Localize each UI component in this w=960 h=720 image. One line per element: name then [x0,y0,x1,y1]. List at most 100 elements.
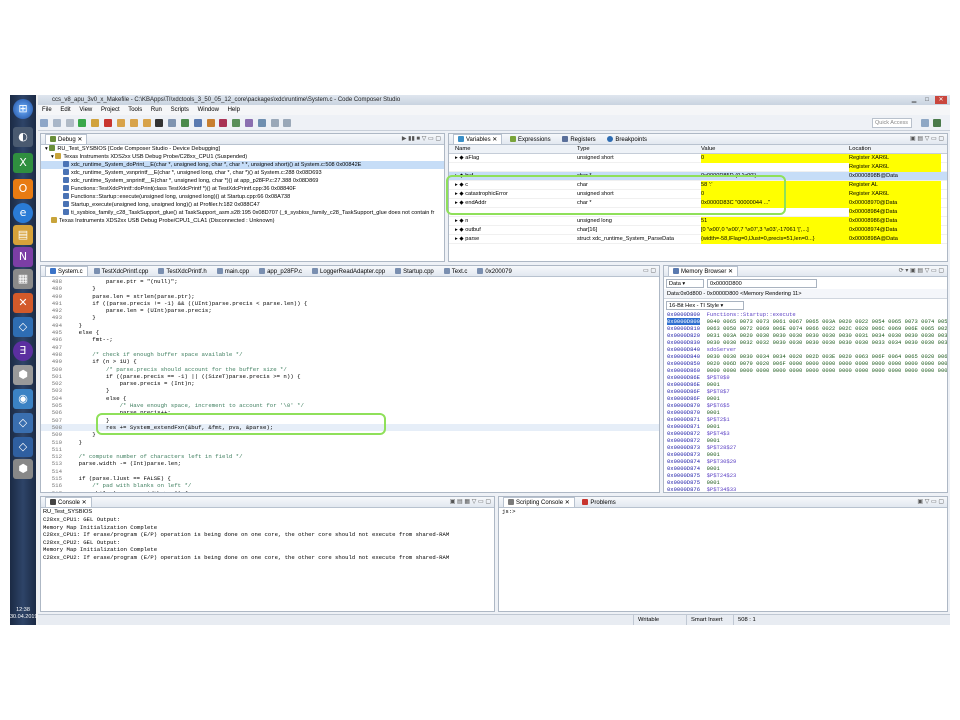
variable-row[interactable]: ▸ ◆ aFlag unsigned short 0 Register XAR6L [449,154,947,163]
search-icon[interactable] [257,119,266,127]
eclipse-taskbar-icon[interactable]: ◐ [13,127,33,147]
variable-value[interactable]: 58 ':' [701,181,849,190]
network-taskbar-icon[interactable]: ◉ [13,389,33,409]
menu-window[interactable]: Window [198,107,219,113]
variable-row[interactable]: ▸ ◆ outbuf char[16] [0 '\x00',0 '\x00',7 '… [449,226,947,235]
cube-taskbar-icon[interactable]: ⬢ [13,459,33,479]
tab-registers[interactable]: Registers [558,135,599,144]
close-icon[interactable]: ✕ [935,96,947,104]
save-icon[interactable] [52,119,61,127]
editor-tab[interactable]: app_p28FP.c [255,267,306,276]
variable-value[interactable]: 51 [701,217,849,226]
variable-value[interactable]: 0 [701,190,849,199]
print-icon[interactable] [65,119,74,127]
menu-edit[interactable]: Edit [60,107,70,113]
tab-expressions[interactable]: Expressions [506,135,555,144]
memory-view-controls[interactable]: ⟳ ▾ ▣ ▤ ▽ ▭ ▢ [899,266,944,276]
maximize-icon[interactable]: □ [921,96,933,104]
editor-tab[interactable]: LoggerReadAdapter.cpp [308,267,389,276]
variable-row[interactable]: 0x00008984@Data [449,208,947,217]
debug-perspective-icon[interactable] [933,119,941,127]
debug-icon[interactable] [180,119,189,127]
run-icon[interactable] [232,119,241,127]
debug-frame-item[interactable]: ti_sysbios_family_c28_TaskSupport_glue()… [41,209,444,217]
start-icon[interactable]: ⊞ [13,99,33,119]
quick-access-input[interactable]: Quick Access [872,118,912,128]
debug-frame-item[interactable]: Functions::Startup::execute(unsigned lon… [41,193,444,201]
code-area[interactable]: 488 parse.ptr = "(null)"; 489 } 490 parse.… [41,277,659,492]
debug-frame-item[interactable]: Functions::TestXdcPrintf::doPrint(class … [41,185,444,193]
debug-frame-item[interactable]: Startup_execute(unsigned long, unsigned … [41,201,444,209]
variable-row[interactable]: Register XAR6L [449,163,947,172]
variable-value[interactable]: 0x0000D85D (0 '\x00') [701,172,849,181]
debug-thread-item[interactable]: Texas Instruments XDS2xx USB Debug Probe… [41,217,444,225]
menu-view[interactable]: View [79,107,92,113]
app-taskbar-icon[interactable]: ▦ [13,269,33,289]
variable-row[interactable]: ▸ ◆ buf char * 0x0000D85D (0 '\x00') 0x0000… [449,172,947,181]
memory-space-select[interactable]: Data ▾ [666,279,704,288]
col-location[interactable]: Location [849,145,941,154]
variable-row[interactable]: ▸ ◆ parse struct xdc_runtime_System_Parse… [449,235,947,244]
step-return-icon[interactable] [142,119,151,127]
title-bar[interactable]: ccs_v8_apu_3v0_x_Makefile - C:\KBApps\TI… [38,95,950,105]
scripting-prompt[interactable]: js:> [499,508,947,516]
memory-rendering-tab[interactable]: Data:0x0d800 - 0x0000D800 <Memory Render… [664,289,947,299]
suspend-icon[interactable] [91,119,100,127]
editor-tab[interactable]: TestXdcPrintf.h [154,267,210,276]
tool-taskbar-icon[interactable]: ⬢ [13,365,33,385]
nav-forward-icon[interactable] [283,119,292,127]
variable-row[interactable]: ▸ ◆ endAddr char * 0x0000D83C "00000044 ..… [449,199,947,208]
memory-icon[interactable] [168,119,177,127]
col-value[interactable]: Value [701,145,849,154]
terminate-icon[interactable] [104,119,113,127]
ie-taskbar-icon[interactable]: e [13,203,33,223]
tab-debug[interactable]: Debug ✕ [45,134,88,144]
variable-row[interactable]: ▸ ◆ c char 58 ':' Register AL [449,181,947,190]
resume-icon[interactable] [78,119,87,127]
col-type[interactable]: Type [577,145,697,154]
step-over-icon[interactable] [129,119,138,127]
minimize-icon[interactable]: ▁ [908,96,920,104]
tab-scripting-console[interactable]: Scripting Console ✕ [503,497,575,507]
memory-address-input[interactable]: 0x0000D800 [707,279,817,288]
variables-view-controls[interactable]: ▣ ▤ ▽ ▭ ▢ [910,134,944,144]
flash-icon[interactable] [206,119,215,127]
menu-tools[interactable]: Tools [128,107,142,113]
menu-help[interactable]: Help [228,107,240,113]
variable-value[interactable]: 0x0000D83C "00000044 ..." [701,199,849,208]
register-icon[interactable] [155,119,164,127]
debug-frame-item[interactable]: xdc_runtime_System_snprintf__E(char *, u… [41,177,444,185]
taskbar-clock[interactable]: 12:38 30.04.2019 [10,607,38,621]
step-into-icon[interactable] [116,119,125,127]
scripting-view-controls[interactable]: ▣ ▽ ▭ ▢ [917,497,944,507]
menu-file[interactable]: File [42,107,52,113]
editor-tab[interactable]: 0x200079 [473,267,515,276]
variable-value[interactable]: [0 '\x00',0 '\x00',7 '\x07',3 '\x03',-17… [701,226,849,235]
debug-thread-item[interactable]: ▾ Texas Instruments XDS2xx USB Debug Pro… [41,153,444,161]
nav-back-icon[interactable] [270,119,279,127]
menu-project[interactable]: Project [101,107,120,113]
editor-tab[interactable]: Text.c [440,267,472,276]
tools-icon[interactable] [245,119,253,127]
tab-console[interactable]: Console ✕ [45,497,92,507]
onenote-taskbar-icon[interactable]: N [13,247,33,267]
debug-frame-item[interactable]: xdc_runtime_System_vsnprintf__E(char *, … [41,169,444,177]
code2-taskbar-icon[interactable]: ◇ [13,437,33,457]
remote-taskbar-icon[interactable]: ◇ [13,317,33,337]
menu-scripts[interactable]: Scripts [171,107,189,113]
tab-memory-browser[interactable]: Memory Browser ✕ [668,266,739,276]
variable-row[interactable]: ▸ ◆ catastrophicError unsigned short 0 Regi… [449,190,947,199]
memory-format-select[interactable]: 16-Bit Hex - TI Style ▾ [666,301,744,310]
tab-variables[interactable]: Variables ✕ [453,134,503,144]
variable-value[interactable]: 0 [701,154,849,163]
debug-frame-item[interactable]: xdc_runtime_System_doPrint__E(char *, un… [41,161,444,169]
bug-icon[interactable] [219,119,228,127]
eclipse2-taskbar-icon[interactable]: Ǝ [13,341,33,361]
build-icon[interactable] [193,119,202,127]
debug-session-item[interactable]: ▾ RU_Test_SYSBIOS [Code Composer Studio … [41,145,444,153]
xmind-taskbar-icon[interactable]: ✕ [13,293,33,313]
variable-row[interactable]: ▸ ◆ n unsigned long 51 0x00008986@Data [449,217,947,226]
menu-run[interactable]: Run [151,107,162,113]
debug-view-controls[interactable]: ▶ ▮▮ ■ ▽ ▭ ▢ [402,134,441,144]
variable-value[interactable]: {width=-58,lFlag=0,lJust=0,precis=51,len… [701,235,849,244]
